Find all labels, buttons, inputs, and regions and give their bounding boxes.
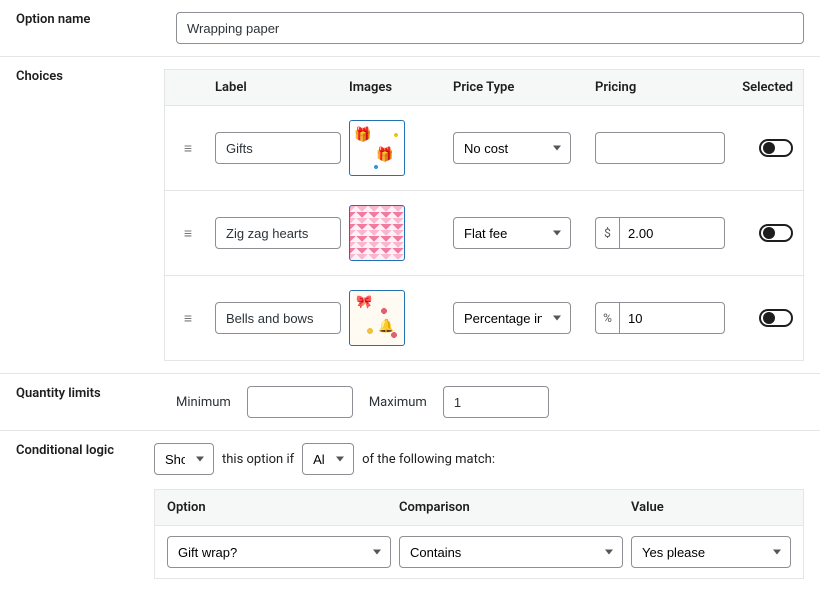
section-label-conditional: Conditional logic <box>0 431 138 591</box>
choice-label-input[interactable] <box>215 217 341 249</box>
choices-col-price-type: Price Type <box>449 80 591 95</box>
option-name-input[interactable] <box>176 12 804 44</box>
conditional-rule-comparison-select[interactable]: Contains <box>399 536 623 568</box>
choice-price-type-select[interactable]: No costFlat feePercentage increase <box>453 302 571 334</box>
choice-pricing-input[interactable] <box>619 217 725 249</box>
conditional-rules-table: Option Comparison Value Gift wrap? Conta… <box>154 489 804 579</box>
choices-col-label: Label <box>211 80 345 95</box>
conditional-col-comparison: Comparison <box>399 500 623 515</box>
choice-selected-toggle[interactable] <box>759 309 793 327</box>
conditional-match-select[interactable]: AllAny <box>302 443 354 475</box>
conditional-rule-option-select[interactable]: Gift wrap? <box>167 536 391 568</box>
choice-label-input[interactable] <box>215 302 341 334</box>
pricing-prefix: % <box>595 302 619 334</box>
choices-col-selected: Selected <box>729 80 803 95</box>
section-label-choices: Choices <box>0 57 148 373</box>
choices-col-pricing: Pricing <box>591 80 729 95</box>
drag-handle-icon[interactable]: ≡ <box>165 140 211 157</box>
choice-selected-toggle[interactable] <box>759 139 793 157</box>
choice-price-type-select[interactable]: No costFlat feePercentage increase <box>453 132 571 164</box>
choice-image-thumbnail[interactable] <box>349 205 405 261</box>
choice-selected-toggle[interactable] <box>759 224 793 242</box>
drag-handle-icon[interactable]: ≡ <box>165 310 211 327</box>
choice-row: ≡ No costFlat feePercentage increase% <box>165 275 803 360</box>
conditional-action-select[interactable]: ShowHide <box>154 443 214 475</box>
conditional-rule-value-select[interactable]: Yes please <box>631 536 791 568</box>
quantity-max-input[interactable] <box>443 386 549 418</box>
section-label-option-name: Option name <box>0 0 160 56</box>
choice-row: ≡ No costFlat feePercentage increase $ <box>165 190 803 275</box>
choice-image-thumbnail[interactable] <box>349 290 405 346</box>
choice-row: ≡ No costFlat feePercentage increase <box>165 105 803 190</box>
quantity-min-label: Minimum <box>176 395 231 410</box>
conditional-text-2: of the following match: <box>362 452 495 467</box>
conditional-col-value: Value <box>631 500 791 515</box>
choice-label-input[interactable] <box>215 132 341 164</box>
choices-col-images: Images <box>345 80 449 95</box>
conditional-col-option: Option <box>167 500 391 515</box>
choice-price-type-select[interactable]: No costFlat feePercentage increase <box>453 217 571 249</box>
drag-handle-icon[interactable]: ≡ <box>165 225 211 242</box>
choice-pricing-input[interactable] <box>595 132 725 164</box>
choice-pricing-input[interactable] <box>619 302 725 334</box>
choice-image-thumbnail[interactable] <box>349 120 405 176</box>
section-label-quantity: Quantity limits <box>0 374 160 430</box>
pricing-prefix: $ <box>595 217 619 249</box>
choices-table: Label Images Price Type Pricing Selected… <box>164 69 804 361</box>
quantity-min-input[interactable] <box>247 386 353 418</box>
conditional-text-1: this option if <box>222 452 294 467</box>
quantity-max-label: Maximum <box>369 395 427 410</box>
